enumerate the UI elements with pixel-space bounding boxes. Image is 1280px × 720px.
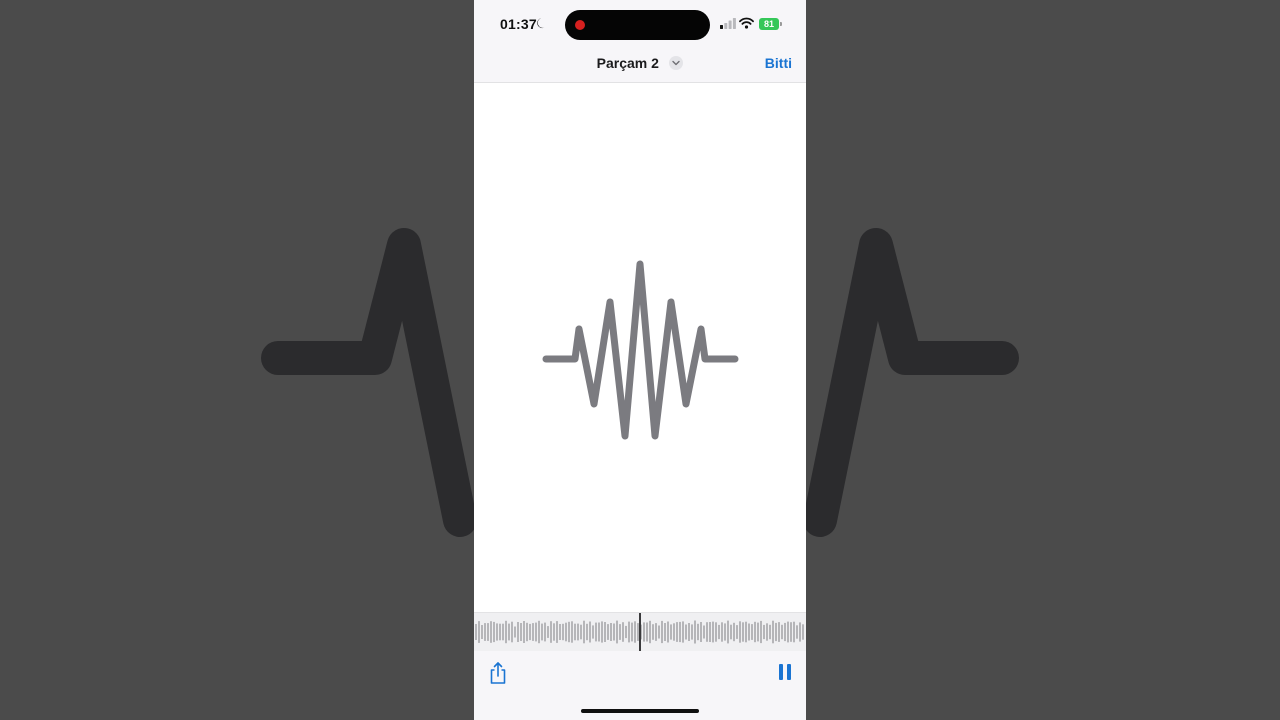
recording-artwork-area <box>474 83 806 612</box>
recording-dot-icon <box>575 20 585 30</box>
wifi-icon <box>739 17 754 29</box>
track-title: Parçam 2 <box>596 54 659 71</box>
home-indicator[interactable] <box>581 709 699 713</box>
playback-toolbar <box>474 651 806 720</box>
audio-waveform-scrubber[interactable] <box>474 612 806 652</box>
dynamic-island[interactable] <box>565 10 710 40</box>
moon-icon <box>537 18 545 29</box>
chevron-down-icon[interactable] <box>669 55 684 70</box>
waveform-icon <box>542 260 739 440</box>
video-frame: 01:37 81 Parçam 2 Bitti <box>0 0 1280 720</box>
battery-icon: 81 <box>759 18 779 30</box>
share-icon[interactable] <box>488 661 508 685</box>
status-time: 01:37 <box>500 16 537 32</box>
pause-icon[interactable] <box>778 664 792 680</box>
track-title-menu[interactable]: Parçam 2 <box>474 54 806 74</box>
phone-screen: 01:37 81 Parçam 2 Bitti <box>474 0 806 720</box>
audio-waveform-bars <box>475 613 804 651</box>
status-bar: 01:37 81 <box>474 0 806 48</box>
cellular-signal-icon <box>720 18 736 29</box>
done-button[interactable]: Bitti <box>765 55 792 71</box>
battery-cap <box>780 22 782 26</box>
navigation-bar: Parçam 2 Bitti <box>474 48 806 83</box>
